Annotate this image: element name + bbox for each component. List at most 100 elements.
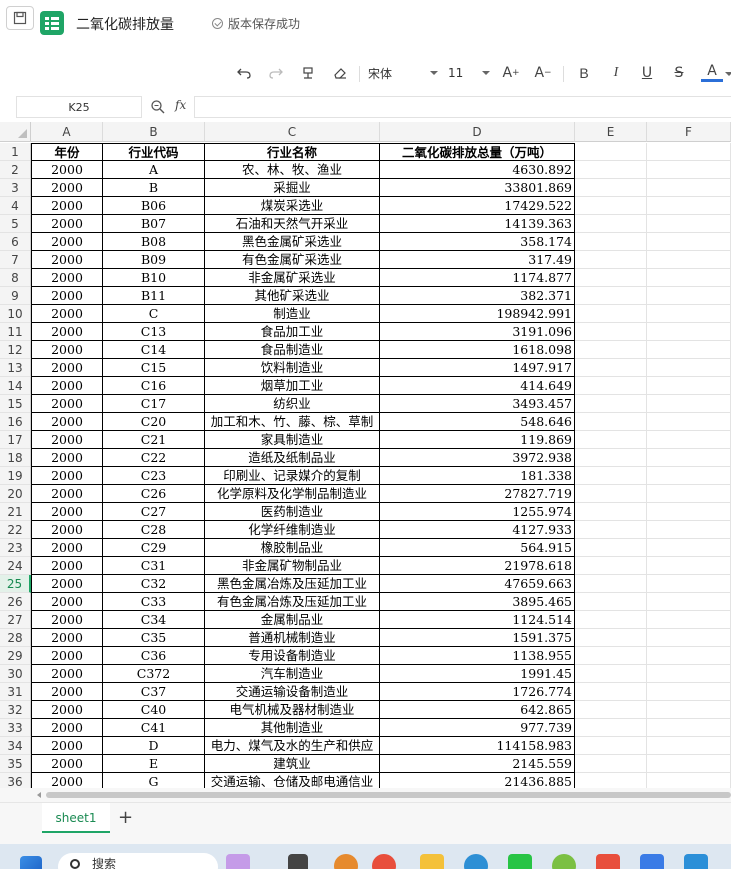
emission-cell[interactable]: 21436.885 — [380, 773, 575, 788]
redo-icon[interactable] — [266, 62, 286, 84]
empty-cell[interactable] — [575, 485, 647, 503]
row-header[interactable]: 2 — [0, 161, 31, 179]
emission-cell[interactable]: 1618.098 — [380, 341, 575, 359]
code-cell[interactable]: C — [103, 305, 205, 323]
empty-cell[interactable] — [647, 197, 731, 215]
row-header[interactable]: 1 — [0, 143, 31, 161]
empty-cell[interactable] — [647, 395, 731, 413]
row-header[interactable]: 4 — [0, 197, 31, 215]
code-cell[interactable]: C27 — [103, 503, 205, 521]
year-cell[interactable]: 2000 — [31, 431, 103, 449]
empty-cell[interactable] — [575, 683, 647, 701]
horizontal-scrollbar[interactable] — [0, 788, 731, 802]
emission-cell[interactable]: 1726.774 — [380, 683, 575, 701]
empty-cell[interactable] — [647, 233, 731, 251]
empty-cell[interactable] — [575, 521, 647, 539]
year-cell[interactable]: 2000 — [31, 413, 103, 431]
year-cell[interactable]: 2000 — [31, 521, 103, 539]
empty-cell[interactable] — [575, 737, 647, 755]
empty-cell[interactable] — [575, 395, 647, 413]
year-cell[interactable]: 2000 — [31, 305, 103, 323]
header-cell-emission[interactable]: 二氧化碳排放总量（万吨） — [380, 143, 575, 161]
year-cell[interactable]: 2000 — [31, 593, 103, 611]
year-cell[interactable]: 2000 — [31, 197, 103, 215]
code-cell[interactable]: C40 — [103, 701, 205, 719]
code-cell[interactable]: C16 — [103, 377, 205, 395]
emission-cell[interactable]: 1174.877 — [380, 269, 575, 287]
header-cell-year[interactable]: 年份 — [31, 143, 103, 161]
emission-cell[interactable]: 1591.375 — [380, 629, 575, 647]
code-cell[interactable]: C31 — [103, 557, 205, 575]
name-cell[interactable]: 家具制造业 — [205, 431, 380, 449]
empty-cell[interactable] — [647, 269, 731, 287]
emission-cell[interactable]: 198942.991 — [380, 305, 575, 323]
row-header[interactable]: 14 — [0, 377, 31, 395]
year-cell[interactable]: 2000 — [31, 251, 103, 269]
italic-icon[interactable]: I — [606, 62, 626, 84]
row-header[interactable]: 17 — [0, 431, 31, 449]
formula-input[interactable] — [194, 96, 731, 118]
code-cell[interactable]: C35 — [103, 629, 205, 647]
code-cell[interactable]: C17 — [103, 395, 205, 413]
code-cell[interactable]: D — [103, 737, 205, 755]
code-cell[interactable]: C372 — [103, 665, 205, 683]
empty-cell[interactable] — [575, 449, 647, 467]
year-cell[interactable]: 2000 — [31, 647, 103, 665]
emission-cell[interactable]: 3895.465 — [380, 593, 575, 611]
name-cell[interactable]: 农、林、牧、渔业 — [205, 161, 380, 179]
row-header[interactable]: 10 — [0, 305, 31, 323]
year-cell[interactable]: 2000 — [31, 503, 103, 521]
emission-cell[interactable]: 2145.559 — [380, 755, 575, 773]
row-header[interactable]: 34 — [0, 737, 31, 755]
folder-icon[interactable] — [420, 854, 444, 869]
empty-cell[interactable] — [575, 647, 647, 665]
emission-cell[interactable]: 119.869 — [380, 431, 575, 449]
code-cell[interactable]: C23 — [103, 467, 205, 485]
emission-cell[interactable]: 114158.983 — [380, 737, 575, 755]
emission-cell[interactable]: 564.915 — [380, 539, 575, 557]
name-cell[interactable]: 饮料制造业 — [205, 359, 380, 377]
code-cell[interactable]: B10 — [103, 269, 205, 287]
empty-cell[interactable] — [575, 719, 647, 737]
empty-cell[interactable] — [647, 539, 731, 557]
code-cell[interactable]: C28 — [103, 521, 205, 539]
row-header[interactable]: 21 — [0, 503, 31, 521]
font-color-icon[interactable]: A — [701, 62, 723, 82]
row-header[interactable]: 12 — [0, 341, 31, 359]
empty-cell[interactable] — [575, 701, 647, 719]
row-header[interactable]: 27 — [0, 611, 31, 629]
row-header[interactable]: 6 — [0, 233, 31, 251]
code-cell[interactable]: B11 — [103, 287, 205, 305]
emission-cell[interactable]: 317.49 — [380, 251, 575, 269]
empty-cell[interactable] — [575, 557, 647, 575]
empty-cell[interactable] — [575, 593, 647, 611]
empty-cell[interactable] — [575, 629, 647, 647]
name-cell[interactable]: 金属制品业 — [205, 611, 380, 629]
empty-cell[interactable] — [647, 683, 731, 701]
search-icon[interactable] — [150, 99, 166, 115]
year-cell[interactable]: 2000 — [31, 269, 103, 287]
undo-icon[interactable] — [234, 62, 254, 84]
empty-cell[interactable] — [575, 323, 647, 341]
scroll-left-icon[interactable] — [37, 792, 41, 798]
code-cell[interactable]: G — [103, 773, 205, 788]
empty-cell[interactable] — [647, 359, 731, 377]
name-cell[interactable]: 其他制造业 — [205, 719, 380, 737]
year-cell[interactable]: 2000 — [31, 629, 103, 647]
name-cell[interactable]: 普通机械制造业 — [205, 629, 380, 647]
name-cell[interactable]: 黑色金属矿采选业 — [205, 233, 380, 251]
row-header[interactable]: 25 — [0, 575, 31, 593]
empty-cell[interactable] — [575, 359, 647, 377]
name-cell[interactable]: 印刷业、记录媒介的复制 — [205, 467, 380, 485]
row-header[interactable]: 24 — [0, 557, 31, 575]
year-cell[interactable]: 2000 — [31, 179, 103, 197]
empty-cell[interactable] — [647, 305, 731, 323]
row-header[interactable]: 11 — [0, 323, 31, 341]
name-cell[interactable]: 电气机械及器材制造业 — [205, 701, 380, 719]
name-cell[interactable]: 煤炭采选业 — [205, 197, 380, 215]
decrease-font-icon[interactable]: A − — [532, 62, 554, 84]
emission-cell[interactable]: 3972.938 — [380, 449, 575, 467]
year-cell[interactable]: 2000 — [31, 359, 103, 377]
year-cell[interactable]: 2000 — [31, 323, 103, 341]
row-header[interactable]: 13 — [0, 359, 31, 377]
